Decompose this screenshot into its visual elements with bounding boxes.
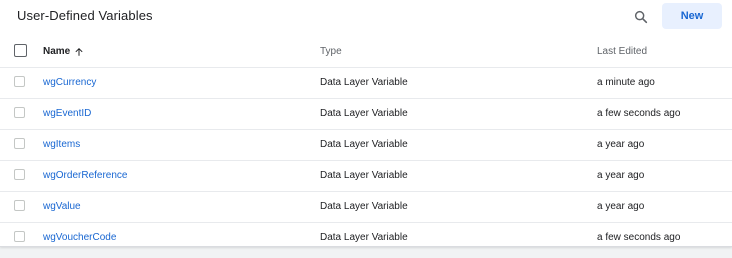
variable-type: Data Layer Variable bbox=[320, 139, 408, 150]
column-header-name-label: Name bbox=[43, 46, 71, 57]
row-checkbox[interactable] bbox=[14, 200, 25, 211]
arrow-up-icon bbox=[75, 47, 83, 56]
variable-type: Data Layer Variable bbox=[320, 77, 408, 88]
variable-name-link[interactable]: wgItems bbox=[43, 139, 80, 150]
variable-last-edited: a year ago bbox=[597, 201, 645, 212]
table-row: wgEventID Data Layer Variable a few seco… bbox=[0, 99, 732, 130]
variable-type: Data Layer Variable bbox=[320, 201, 408, 212]
table-row: wgItems Data Layer Variable a year ago bbox=[0, 130, 732, 161]
variable-type: Data Layer Variable bbox=[320, 108, 408, 119]
variable-last-edited: a year ago bbox=[597, 170, 645, 181]
variables-card: User-Defined Variables New Name Type Las… bbox=[0, 0, 732, 247]
variable-last-edited: a few seconds ago bbox=[597, 232, 681, 243]
table-row: wgValue Data Layer Variable a year ago bbox=[0, 192, 732, 223]
variable-name-link[interactable]: wgCurrency bbox=[43, 77, 96, 88]
table-row: wgOrderReference Data Layer Variable a y… bbox=[0, 161, 732, 192]
column-header-type[interactable]: Type bbox=[320, 46, 342, 57]
variable-name-link[interactable]: wgOrderReference bbox=[43, 170, 127, 181]
card-header: User-Defined Variables New bbox=[0, 0, 732, 34]
variables-table: Name Type Last Edited wgCurrency Data La… bbox=[0, 37, 732, 253]
page-title: User-Defined Variables bbox=[17, 8, 153, 23]
variable-last-edited: a year ago bbox=[597, 139, 645, 150]
variable-name-link[interactable]: wgEventID bbox=[43, 108, 91, 119]
row-checkbox[interactable] bbox=[14, 76, 25, 87]
row-checkbox[interactable] bbox=[14, 138, 25, 149]
variable-name-link[interactable]: wgVoucherCode bbox=[43, 232, 116, 243]
search-icon bbox=[634, 10, 648, 24]
row-checkbox[interactable] bbox=[14, 231, 25, 242]
table-row: wgCurrency Data Layer Variable a minute … bbox=[0, 68, 732, 99]
variable-name-link[interactable]: wgValue bbox=[43, 201, 81, 212]
select-all-checkbox[interactable] bbox=[14, 44, 27, 57]
table-row: wgVoucherCode Data Layer Variable a few … bbox=[0, 223, 732, 253]
new-button[interactable]: New bbox=[662, 3, 722, 29]
variable-type: Data Layer Variable bbox=[320, 232, 408, 243]
variable-last-edited: a minute ago bbox=[597, 77, 655, 88]
row-checkbox[interactable] bbox=[14, 169, 25, 180]
row-checkbox[interactable] bbox=[14, 107, 25, 118]
column-header-name[interactable]: Name bbox=[43, 46, 84, 57]
table-header-row: Name Type Last Edited bbox=[0, 37, 732, 68]
variable-last-edited: a few seconds ago bbox=[597, 108, 681, 119]
column-header-last-edited[interactable]: Last Edited bbox=[597, 46, 647, 57]
search-button[interactable] bbox=[630, 6, 652, 28]
variable-type: Data Layer Variable bbox=[320, 170, 408, 181]
